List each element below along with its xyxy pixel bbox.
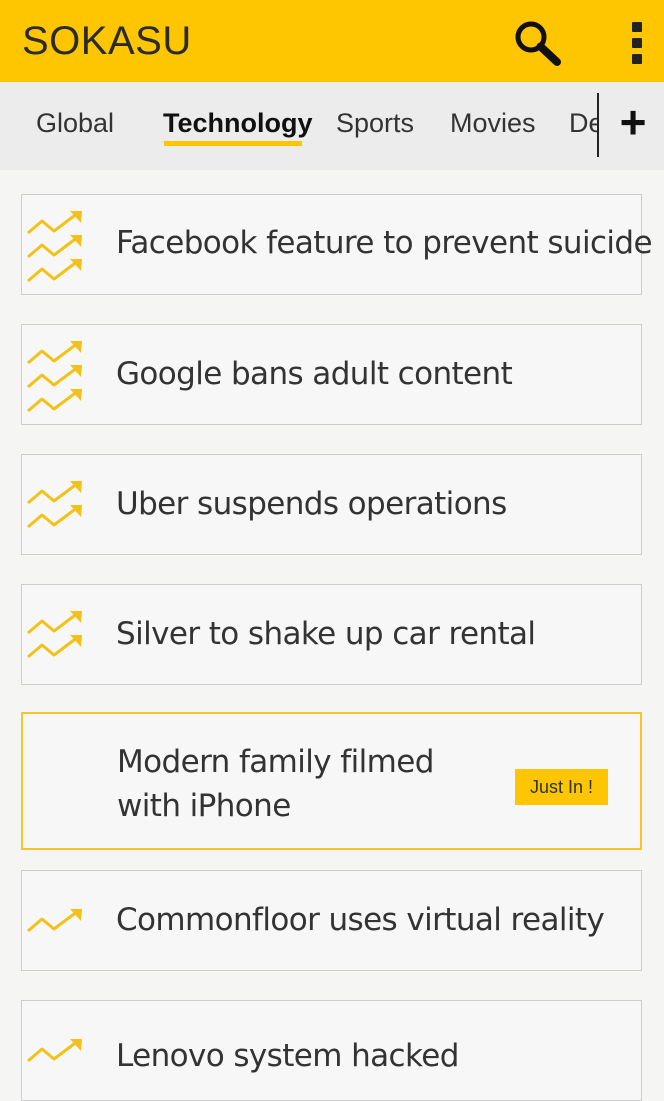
- story-card[interactable]: Facebook feature to prevent suicide: [21, 194, 653, 295]
- just-in-badge: Just In !: [515, 769, 608, 805]
- search-button[interactable]: [512, 18, 562, 66]
- search-icon: [515, 21, 561, 66]
- story-card[interactable]: Lenovo system hacked: [21, 1000, 642, 1101]
- category-tab-bar: Global Technology Sports Movies De: [0, 82, 664, 170]
- story-headline: Google bans adult content: [116, 356, 513, 392]
- tab-global[interactable]: Global: [36, 108, 114, 139]
- story-card[interactable]: Commonfloor uses virtual reality: [21, 870, 642, 971]
- story-card[interactable]: Silver to shake up car rental: [21, 584, 642, 685]
- trending-up-icon: [26, 609, 84, 659]
- story-headline: Silver to shake up car rental: [116, 616, 536, 652]
- trending-up-icon: [26, 1037, 84, 1063]
- overflow-menu-button[interactable]: [624, 16, 650, 68]
- story-headline-line2: with iPhone: [117, 788, 291, 824]
- trending-up-icon: [26, 479, 84, 529]
- story-headline: Uber suspends operations: [116, 486, 507, 522]
- story-headline: Facebook feature to prevent suicide: [116, 225, 653, 261]
- story-headline: Lenovo system hacked: [116, 1038, 459, 1074]
- more-vertical-icon: [632, 22, 642, 32]
- tab-partial[interactable]: De: [569, 108, 598, 139]
- active-tab-indicator: [164, 141, 302, 146]
- tab-sports[interactable]: Sports: [336, 108, 414, 139]
- story-headline-line1: Modern family filmed: [117, 744, 434, 780]
- app-title: SOKASU: [22, 19, 192, 63]
- trending-up-icon: [26, 907, 84, 933]
- app-bar: SOKASU: [0, 0, 664, 82]
- story-headline: Commonfloor uses virtual reality: [116, 902, 605, 938]
- trending-up-icon: [26, 339, 84, 413]
- story-card[interactable]: Google bans adult content: [21, 324, 642, 425]
- tab-divider: [597, 93, 599, 157]
- story-card-just-in[interactable]: Modern family filmed with iPhone Just In…: [21, 712, 642, 850]
- tabs-scroll[interactable]: Global Technology Sports Movies De: [0, 82, 598, 170]
- trending-up-icon: [26, 209, 84, 283]
- tab-movies[interactable]: Movies: [450, 108, 536, 139]
- story-card[interactable]: Uber suspends operations: [21, 454, 642, 555]
- add-tab-button[interactable]: +: [608, 96, 658, 148]
- tab-technology[interactable]: Technology: [163, 108, 313, 139]
